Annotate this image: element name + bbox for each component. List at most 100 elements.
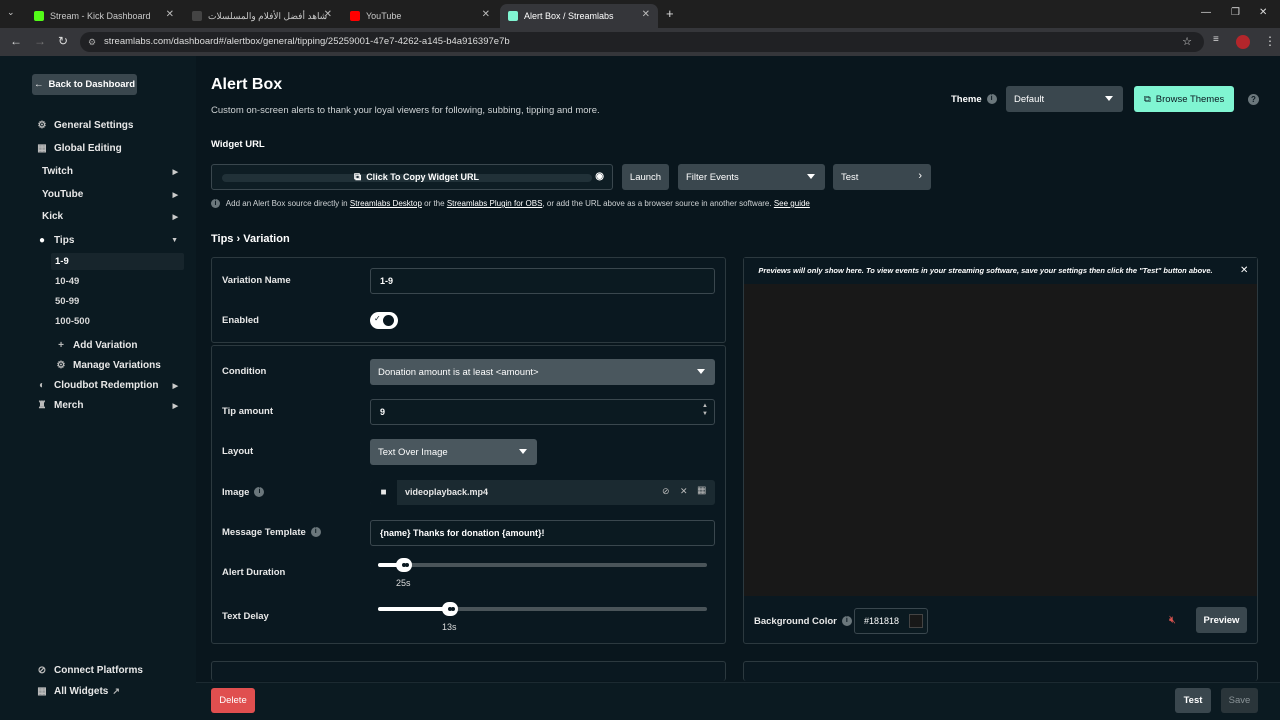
mute-icon[interactable]: 🔇︎ [1169, 614, 1176, 627]
sidebar-item-general-settings[interactable]: ⚙ General Settings [36, 120, 184, 131]
chevron-right-icon: ▶ [172, 213, 178, 221]
forward-arrow-icon[interactable]: → [34, 34, 46, 48]
chevron-down-icon [807, 174, 815, 179]
slider-thumb[interactable] [396, 558, 412, 572]
footer-test-button[interactable]: Test [1175, 688, 1211, 713]
layout-select[interactable]: Text Over Image [370, 439, 537, 465]
chevron-right-icon: ▶ [172, 382, 178, 390]
sidebar-item-tips[interactable]: ● Tips ▼ [36, 235, 184, 246]
close-icon[interactable]: ✕ [324, 9, 332, 20]
sidebar-item-merch[interactable]: ♜ Merch ▶ [36, 400, 184, 411]
preview-button[interactable]: Preview [1196, 607, 1247, 633]
url-field[interactable]: ⚙ streamlabs.com/dashboard#/alertbox/gen… [80, 32, 1204, 52]
close-window-icon[interactable]: ✕ [1259, 7, 1267, 18]
tab-list-icon[interactable]: ⌄ [7, 7, 15, 18]
streamlabs-desktop-link[interactable]: Streamlabs Desktop [350, 199, 422, 208]
slider-thumb[interactable] [442, 602, 458, 616]
launch-label: Launch [629, 171, 662, 183]
alert-duration-slider[interactable] [378, 558, 707, 572]
reload-icon[interactable]: ↻ [58, 34, 68, 48]
widget-url-field[interactable]: ⧉ Click To Copy Widget URL ◉ [211, 164, 613, 190]
sidebar-variation-1-9[interactable]: 1-9 [55, 256, 69, 267]
theme-select[interactable]: Default [1006, 86, 1123, 112]
tip-amount-value: 9 [380, 407, 386, 417]
copy-icon: ⧉ [354, 171, 362, 183]
maximize-icon[interactable]: ❐ [1231, 7, 1240, 18]
bookmark-star-icon[interactable]: ☆ [1182, 32, 1192, 52]
all-widgets-link[interactable]: ▦ All Widgets ↗ [36, 686, 184, 697]
close-icon[interactable]: ✕ [482, 9, 490, 20]
sidebar-item-label: Merch [54, 400, 84, 411]
color-swatch[interactable] [909, 614, 923, 628]
sidebar-variation-10-49[interactable]: 10-49 [55, 276, 79, 287]
profile-avatar[interactable] [1236, 35, 1250, 49]
check-icon: ✓ [374, 314, 381, 323]
text-delay-slider[interactable] [378, 602, 707, 616]
stepper-arrows-icon[interactable]: ▲ ▼ [702, 402, 708, 418]
sidebar-item-twitch[interactable]: Twitch ▶ [42, 166, 184, 177]
sidebar-variation-50-99[interactable]: 50-99 [55, 296, 79, 307]
sidebar-item-youtube[interactable]: YouTube ▶ [42, 189, 184, 200]
media-control-icon[interactable]: ≡ [1213, 34, 1219, 45]
chevron-right-icon: ▶ [172, 191, 178, 199]
add-variation-button[interactable]: + Add Variation [55, 340, 184, 351]
new-tab-icon[interactable]: + [666, 6, 674, 21]
condition-select[interactable]: Donation amount is at least <amount> [370, 359, 715, 385]
message-template-input[interactable]: {name} Thanks for donation {amount}! [370, 520, 715, 546]
back-to-dashboard-button[interactable]: ← Back to Dashboard [32, 74, 137, 95]
tab-youtube[interactable]: YouTube ✕ [342, 4, 498, 28]
browse-themes-button[interactable]: ⧉ Browse Themes [1134, 86, 1234, 112]
see-guide-link[interactable]: See guide [774, 199, 810, 208]
sidebar-item-kick[interactable]: Kick ▶ [42, 211, 184, 222]
image-file-picker[interactable]: ■ videoplayback.mp4 ⊘ ✕ ▦ [370, 480, 715, 505]
connect-platforms-link[interactable]: ⊘ Connect Platforms [36, 665, 184, 676]
sidebar-item-cloudbot[interactable]: ◐ Cloudbot Redemption ▶ [36, 380, 184, 391]
hint-text: , or add the URL above as a browser sour… [542, 199, 772, 208]
test-label: Test [841, 171, 859, 183]
chevron-down-icon [1105, 96, 1113, 101]
site-favicon-icon [192, 11, 202, 21]
slider-fill [378, 607, 450, 611]
bg-color-value: #181818 [864, 616, 900, 626]
close-icon[interactable]: ✕ [642, 9, 650, 20]
tip-amount-input[interactable]: 9 ▲ ▼ [370, 399, 715, 425]
shirt-icon: ♜ [37, 400, 47, 411]
message-template-label: Message Template i [222, 527, 321, 538]
obs-plugin-link[interactable]: Streamlabs Plugin for OBS [447, 199, 543, 208]
back-arrow-icon[interactable]: ← [10, 34, 22, 48]
tab-movies[interactable]: شاهد أفضل الأفلام والمسلسلات ✕ [184, 4, 340, 28]
streamlabs-favicon-icon [508, 11, 518, 21]
filter-events-select[interactable]: Filter Events [678, 164, 825, 190]
close-icon[interactable]: ✕ [166, 9, 174, 20]
test-event-button[interactable]: Test › [833, 164, 931, 190]
theme-value: Default [1014, 93, 1045, 105]
browser-tab-bar: ⌄ Stream - Kick Dashboard ✕ شاهد أفضل ال… [0, 0, 1280, 28]
link-icon[interactable]: ⊘ [662, 486, 670, 497]
background-color-input[interactable]: #181818 [854, 608, 928, 634]
sidebar-item-global-editing[interactable]: ▦ Global Editing [36, 143, 184, 154]
sidebar-variation-100-500[interactable]: 100-500 [55, 316, 90, 327]
link-icon: ⊘ [37, 665, 47, 676]
delete-button[interactable]: Delete [211, 688, 255, 713]
manage-variations-button[interactable]: ⚙ Manage Variations [55, 360, 184, 371]
breadcrumb-section[interactable]: Tips [211, 233, 233, 245]
filter-events-label: Filter Events [686, 171, 739, 183]
tab-streamlabs[interactable]: Alert Box / Streamlabs ✕ [500, 4, 658, 28]
save-button[interactable]: Save [1221, 688, 1258, 713]
copy-widget-url-label: Click To Copy Widget URL [366, 172, 479, 182]
browser-menu-icon[interactable]: ⋮ [1264, 34, 1276, 48]
enabled-toggle[interactable]: ✓ [370, 312, 398, 329]
site-info-icon[interactable]: ⚙ [88, 32, 96, 52]
close-icon[interactable]: ✕ [680, 486, 688, 497]
help-icon[interactable]: ? [1248, 94, 1259, 105]
eye-icon[interactable]: ◉ [595, 171, 604, 182]
variation-name-input[interactable]: 1-9 [370, 268, 715, 294]
info-icon: i [254, 487, 265, 498]
chevron-down-icon: ▼ [171, 237, 178, 244]
minimize-icon[interactable]: — [1201, 7, 1211, 18]
delete-label: Delete [219, 695, 247, 706]
tab-kick[interactable]: Stream - Kick Dashboard ✕ [26, 4, 182, 28]
gallery-grid-icon[interactable]: ▦ [697, 485, 706, 496]
close-icon[interactable]: ✕ [1240, 265, 1248, 276]
launch-button[interactable]: Launch [622, 164, 669, 190]
